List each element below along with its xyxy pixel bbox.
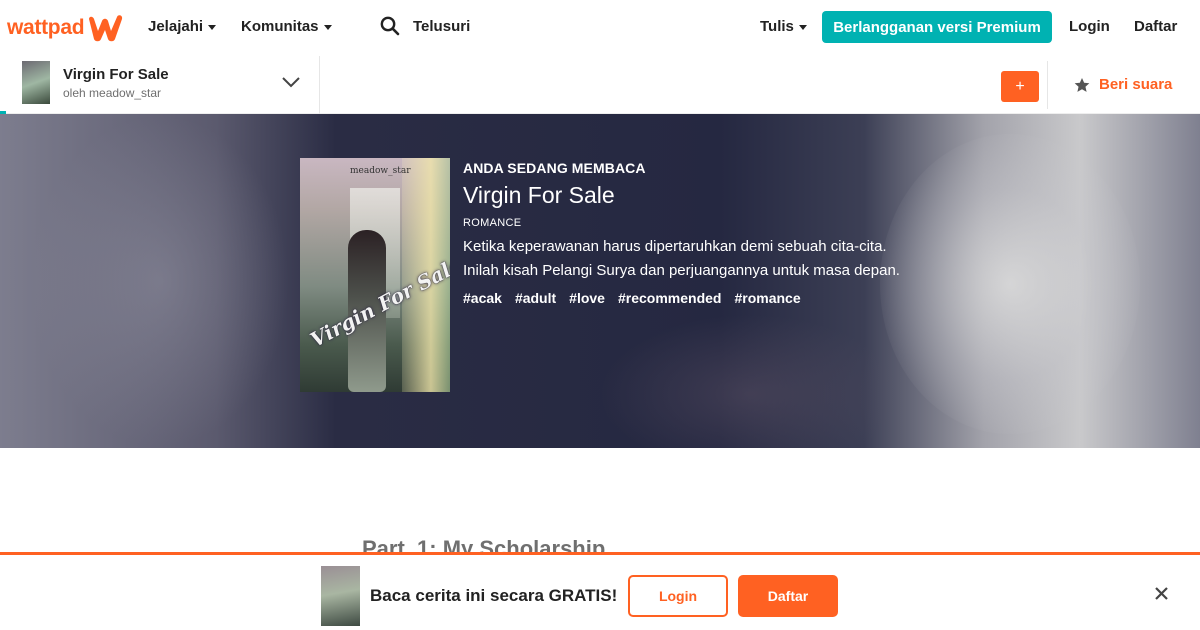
search-input[interactable]: Telusuri <box>413 18 470 35</box>
logo-wordmark: wattpad <box>7 16 85 39</box>
genre-label[interactable]: ROMANCE <box>463 217 903 229</box>
divider <box>319 56 320 114</box>
wattpad-logo[interactable]: wattpad <box>7 13 125 43</box>
reading-label: ANDA SEDANG MEMBACA <box>463 160 646 176</box>
vote-button[interactable]: Beri suara <box>1074 76 1172 93</box>
close-icon[interactable] <box>1154 586 1169 601</box>
caret-down-icon <box>798 25 807 30</box>
tag-link[interactable]: #romance <box>734 290 800 306</box>
top-navbar: wattpad Jelajahi Komunitas Telusuri Tuli… <box>0 0 1200 56</box>
tag-link[interactable]: #acak <box>463 290 502 306</box>
banner-register-button[interactable]: Daftar <box>738 575 838 617</box>
register-link[interactable]: Daftar <box>1134 18 1177 35</box>
tag-link[interactable]: #adult <box>515 290 556 306</box>
story-cover-image[interactable]: meadow_star Virgin For Sale <box>300 158 450 392</box>
login-link[interactable]: Login <box>1069 18 1110 35</box>
star-icon <box>1074 77 1090 92</box>
search-box[interactable]: Telusuri <box>380 16 470 36</box>
vote-label: Beri suara <box>1099 76 1173 93</box>
story-hero: meadow_star Virgin For Sale ANDA SEDANG … <box>0 114 1200 448</box>
caret-down-icon <box>323 25 332 30</box>
banner-story-thumbnail <box>321 566 360 626</box>
divider <box>1047 61 1048 109</box>
story-description: Ketika keperawanan harus dipertaruhkan d… <box>463 238 900 279</box>
chevron-down-icon[interactable] <box>281 76 301 88</box>
story-info: ANDA SEDANG MEMBACA Virgin For Sale ROMA… <box>463 160 903 306</box>
story-bar: Virgin For Sale oleh meadow_star + Beri … <box>0 56 1200 114</box>
search-icon <box>380 16 400 36</box>
caret-down-icon <box>208 25 217 30</box>
explore-menu[interactable]: Jelajahi <box>148 18 217 35</box>
write-menu[interactable]: Tulis <box>760 18 807 35</box>
story-thumbnail[interactable] <box>22 61 50 104</box>
tag-link[interactable]: #love <box>569 290 605 306</box>
story-title[interactable]: Virgin For Sale <box>63 66 169 83</box>
tag-list: #acak #adult #love #recommended #romance <box>463 290 903 306</box>
community-menu[interactable]: Komunitas <box>241 18 332 35</box>
premium-button[interactable]: Berlangganan versi Premium <box>822 11 1052 43</box>
community-label: Komunitas <box>241 18 319 35</box>
add-to-list-button[interactable]: + <box>1001 71 1039 102</box>
cover-author-text: meadow_star <box>350 166 411 176</box>
wattpad-w-icon <box>89 15 123 42</box>
explore-label: Jelajahi <box>148 18 204 35</box>
banner-text: Baca cerita ini secara GRATIS! <box>370 586 618 605</box>
signup-banner: Baca cerita ini secara GRATIS! Login Daf… <box>0 552 1200 630</box>
story-heading: Virgin For Sale <box>463 182 615 208</box>
tag-link[interactable]: #recommended <box>618 290 721 306</box>
write-label: Tulis <box>760 18 794 35</box>
banner-login-button[interactable]: Login <box>628 575 728 617</box>
story-author[interactable]: oleh meadow_star <box>63 86 161 100</box>
